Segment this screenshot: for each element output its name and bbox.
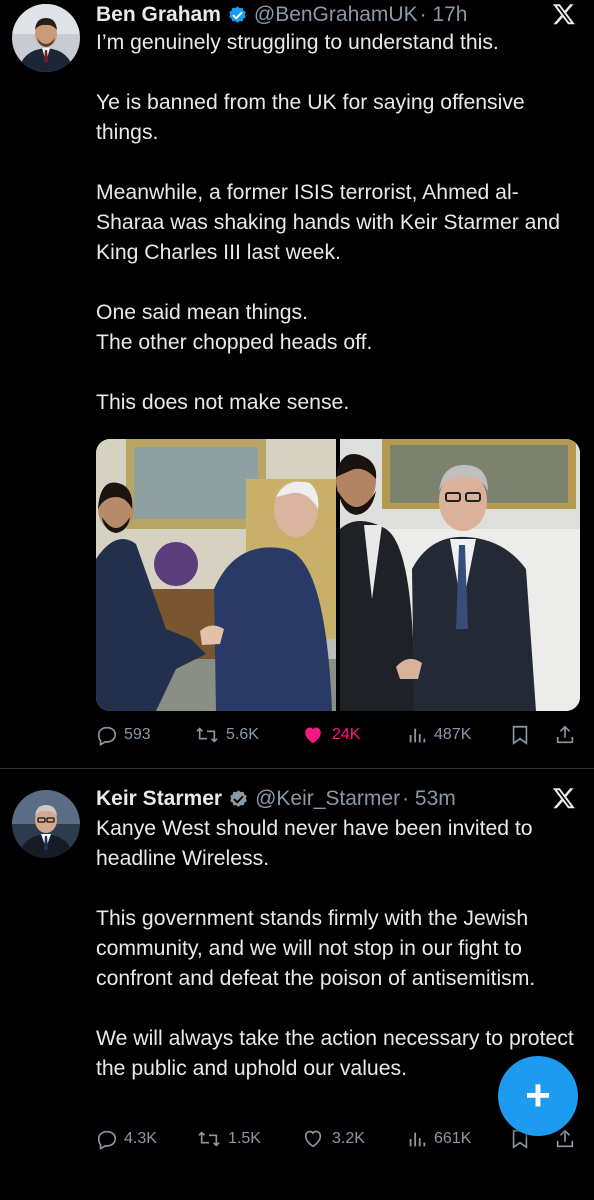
repost-count: 1.5K — [228, 1130, 261, 1147]
views-chart-icon — [409, 1132, 426, 1147]
author-name[interactable]: Ben Graham — [96, 3, 221, 27]
author-handle[interactable]: @Keir_Starmer — [255, 787, 400, 811]
heart-outline-icon — [304, 1130, 322, 1148]
tweet-actions: 593 5.6K 24K 487K — [96, 720, 580, 750]
repost-button[interactable]: 1.5K — [196, 1124, 261, 1154]
share-icon — [556, 725, 574, 744]
share-button[interactable] — [554, 720, 582, 750]
bookmark-icon — [512, 725, 528, 745]
tweet-keir-starmer[interactable]: Keir Starmer @Keir_Starmer · 53m Kanye W… — [0, 784, 594, 1200]
x-logo-icon — [552, 788, 575, 809]
views-chart-icon — [409, 728, 426, 743]
views-button[interactable]: 487K — [406, 720, 471, 750]
like-count: 24K — [332, 726, 361, 743]
repost-icon — [198, 1131, 220, 1147]
tweet-text: Kanye West should never have been invite… — [96, 817, 574, 1080]
avatar[interactable] — [12, 790, 80, 858]
share-icon — [556, 1129, 574, 1148]
view-count: 661K — [434, 1130, 472, 1147]
reply-count: 4.3K — [124, 1130, 157, 1147]
tweet-ben-graham[interactable]: Ben Graham @BenGrahamUK · 17h I’m genuin… — [0, 0, 594, 760]
view-count: 487K — [434, 726, 472, 743]
author-name[interactable]: Keir Starmer — [96, 787, 222, 811]
like-count: 3.2K — [332, 1130, 365, 1147]
compose-button[interactable]: + — [498, 1056, 578, 1136]
reply-button[interactable]: 593 — [96, 720, 151, 750]
repost-button[interactable]: 5.6K — [194, 720, 259, 750]
tweet-photo — [96, 439, 580, 711]
reply-icon — [97, 1130, 117, 1150]
reply-count: 593 — [124, 726, 151, 743]
verified-badge-icon — [230, 789, 247, 807]
bookmark-button[interactable] — [510, 720, 536, 750]
verified-badge-icon — [229, 5, 246, 23]
tweet-media[interactable] — [96, 439, 580, 711]
timestamp[interactable]: · 53m — [402, 787, 456, 811]
like-button[interactable]: 24K — [300, 720, 360, 750]
repost-icon — [196, 727, 218, 743]
repost-count: 5.6K — [226, 726, 259, 743]
timestamp[interactable]: · 17h — [420, 3, 468, 27]
like-button[interactable]: 3.2K — [300, 1124, 365, 1154]
tweet-header: Keir Starmer @Keir_Starmer · 53m — [96, 784, 456, 814]
tweet-actions: 4.3K 1.5K 3.2K 661K — [96, 1124, 580, 1154]
heart-icon — [305, 727, 321, 744]
plus-icon: + — [525, 1071, 551, 1120]
tweet-divider — [0, 768, 594, 769]
reply-button[interactable]: 4.3K — [96, 1124, 157, 1154]
reply-icon — [97, 726, 117, 746]
views-button[interactable]: 661K — [406, 1124, 471, 1154]
tweet-text: I’m genuinely struggling to understand t… — [96, 31, 561, 414]
author-handle[interactable]: @BenGrahamUK — [254, 3, 418, 27]
tweet-header: Ben Graham @BenGrahamUK · 17h — [96, 0, 467, 30]
avatar[interactable] — [12, 4, 80, 72]
x-logo-icon — [552, 4, 575, 25]
